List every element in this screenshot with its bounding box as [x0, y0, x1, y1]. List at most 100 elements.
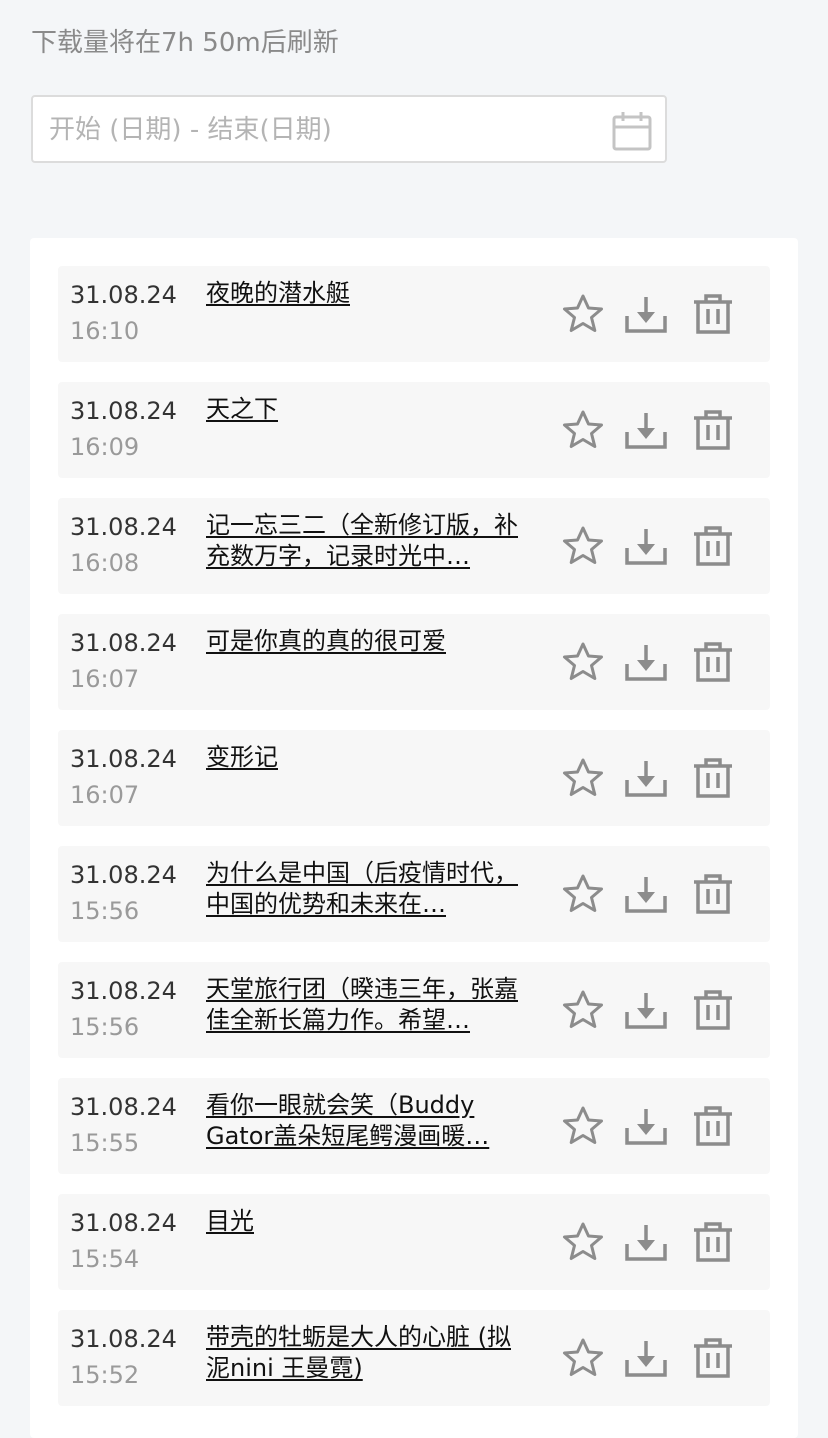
download-button[interactable]: [624, 292, 668, 336]
download-button[interactable]: [624, 640, 668, 684]
download-button[interactable]: [624, 756, 668, 800]
star-icon: [563, 990, 603, 1028]
download-row: 31.08.24 15:54 目光: [58, 1194, 770, 1290]
download-icon: [625, 1109, 667, 1145]
download-date: 31.08.24: [70, 977, 177, 1005]
book-title-link[interactable]: 目光: [206, 1206, 522, 1237]
trash-icon: [694, 1222, 732, 1262]
book-title-link[interactable]: 夜晚的潜水艇: [206, 278, 522, 309]
delete-button[interactable]: [691, 1336, 735, 1380]
download-date: 31.08.24: [70, 745, 177, 773]
star-icon: [563, 1338, 603, 1376]
trash-icon: [694, 410, 732, 450]
trash-icon: [694, 758, 732, 798]
download-time: 15:56: [70, 1013, 140, 1041]
trash-icon: [694, 1106, 732, 1146]
download-icon: [625, 1225, 667, 1261]
delete-button[interactable]: [691, 1220, 735, 1264]
trash-icon: [694, 642, 732, 682]
star-icon: [563, 410, 603, 448]
favorite-button[interactable]: [561, 1104, 605, 1148]
book-title-link[interactable]: 看你一眼就会笑（Buddy Gator盖朵短尾鳄漫画暖…: [206, 1090, 522, 1152]
download-date: 31.08.24: [70, 629, 177, 657]
download-button[interactable]: [624, 408, 668, 452]
star-icon: [563, 294, 603, 332]
date-range-input[interactable]: [47, 109, 611, 151]
download-row: 31.08.24 15:55 看你一眼就会笑（Buddy Gator盖朵短尾鳄漫…: [58, 1078, 770, 1174]
download-row: 31.08.24 16:09 天之下: [58, 382, 770, 478]
delete-button[interactable]: [691, 872, 735, 916]
downloads-list: 31.08.24 16:10 夜晚的潜水艇 31.08.24 16:09 天之下…: [58, 266, 770, 1426]
download-date: 31.08.24: [70, 1325, 177, 1353]
book-title-link[interactable]: 天堂旅行团（暌违三年，张嘉佳全新长篇力作。希望…: [206, 974, 522, 1036]
delete-button[interactable]: [691, 988, 735, 1032]
book-title-link[interactable]: 变形记: [206, 742, 522, 773]
date-range-picker[interactable]: [31, 95, 667, 163]
star-icon: [563, 1222, 603, 1260]
trash-icon: [694, 294, 732, 334]
downloads-panel: 31.08.24 16:10 夜晚的潜水艇 31.08.24 16:09 天之下…: [30, 238, 798, 1438]
delete-button[interactable]: [691, 1104, 735, 1148]
delete-button[interactable]: [691, 408, 735, 452]
download-date: 31.08.24: [70, 861, 177, 889]
book-title-link[interactable]: 记一忘三二（全新修订版，补充数万字，记录时光中…: [206, 510, 522, 572]
delete-button[interactable]: [691, 524, 735, 568]
favorite-button[interactable]: [561, 292, 605, 336]
download-row: 31.08.24 16:07 变形记: [58, 730, 770, 826]
star-icon: [563, 758, 603, 796]
download-date: 31.08.24: [70, 281, 177, 309]
download-button[interactable]: [624, 524, 668, 568]
book-title-link[interactable]: 可是你真的真的很可爱: [206, 626, 522, 657]
download-time: 15:56: [70, 897, 140, 925]
favorite-button[interactable]: [561, 640, 605, 684]
download-time: 16:07: [70, 665, 140, 693]
favorite-button[interactable]: [561, 988, 605, 1032]
download-icon: [625, 761, 667, 797]
star-icon: [563, 1106, 603, 1144]
star-icon: [563, 526, 603, 564]
trash-icon: [694, 526, 732, 566]
download-time: 16:10: [70, 317, 140, 345]
download-button[interactable]: [624, 1336, 668, 1380]
delete-button[interactable]: [691, 640, 735, 684]
star-icon: [563, 874, 603, 912]
delete-button[interactable]: [691, 756, 735, 800]
favorite-button[interactable]: [561, 756, 605, 800]
download-row: 31.08.24 15:56 天堂旅行团（暌违三年，张嘉佳全新长篇力作。希望…: [58, 962, 770, 1058]
download-row: 31.08.24 16:10 夜晚的潜水艇: [58, 266, 770, 362]
calendar-icon[interactable]: [611, 110, 653, 152]
download-row: 31.08.24 16:08 记一忘三二（全新修订版，补充数万字，记录时光中…: [58, 498, 770, 594]
book-title-link[interactable]: 带壳的牡蛎是大人的心脏 (拟泥nini 王曼霓): [206, 1322, 522, 1384]
download-date: 31.08.24: [70, 397, 177, 425]
download-row: 31.08.24 15:56 为什么是中国（后疫情时代，中国的优势和未来在…: [58, 846, 770, 942]
download-row: 31.08.24 15:52 带壳的牡蛎是大人的心脏 (拟泥nini 王曼霓): [58, 1310, 770, 1406]
favorite-button[interactable]: [561, 1336, 605, 1380]
trash-icon: [694, 874, 732, 914]
download-time: 16:08: [70, 549, 140, 577]
download-time: 16:07: [70, 781, 140, 809]
favorite-button[interactable]: [561, 872, 605, 916]
download-date: 31.08.24: [70, 1093, 177, 1121]
download-icon: [625, 877, 667, 913]
trash-icon: [694, 990, 732, 1030]
favorite-button[interactable]: [561, 408, 605, 452]
refresh-note: 下载量将在7h 50m后刷新: [31, 28, 339, 58]
book-title-link[interactable]: 为什么是中国（后疫情时代，中国的优势和未来在…: [206, 858, 522, 920]
download-date: 31.08.24: [70, 513, 177, 541]
delete-button[interactable]: [691, 292, 735, 336]
download-row: 31.08.24 16:07 可是你真的真的很可爱: [58, 614, 770, 710]
book-title-link[interactable]: 天之下: [206, 394, 522, 425]
download-button[interactable]: [624, 1220, 668, 1264]
download-button[interactable]: [624, 872, 668, 916]
download-time: 16:09: [70, 433, 140, 461]
download-time: 15:55: [70, 1129, 140, 1157]
favorite-button[interactable]: [561, 1220, 605, 1264]
download-icon: [625, 1341, 667, 1377]
download-time: 15:54: [70, 1245, 140, 1273]
favorite-button[interactable]: [561, 524, 605, 568]
star-icon: [563, 642, 603, 680]
download-button[interactable]: [624, 1104, 668, 1148]
download-button[interactable]: [624, 988, 668, 1032]
download-date: 31.08.24: [70, 1209, 177, 1237]
download-icon: [625, 645, 667, 681]
